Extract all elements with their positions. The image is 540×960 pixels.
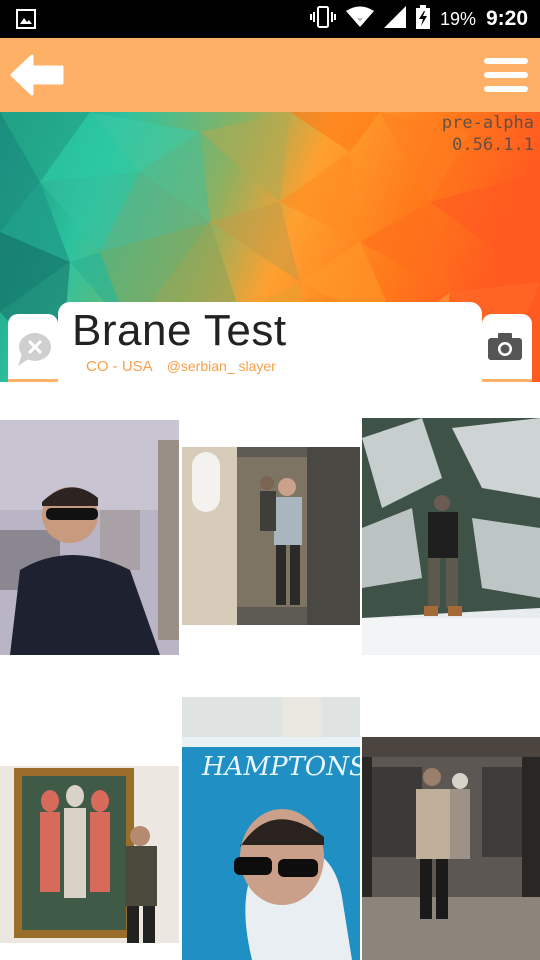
wifi-icon [345,6,374,32]
app-version-label: pre-alpha 0.56.1.1 [442,112,534,156]
photo-tile[interactable] [362,737,540,960]
photo-tile[interactable] [182,447,360,625]
clock: 9:20 [485,7,528,30]
battery-charging-icon [415,5,430,33]
image-icon [16,9,36,29]
photo-tile[interactable] [362,418,540,655]
photo-tile[interactable]: HAMPTONS [182,697,360,960]
chat-button[interactable] [8,314,58,382]
button-underline [482,379,532,382]
version-stage: pre-alpha [441,113,534,133]
svg-text:HAMPTONS: HAMPTONS [201,752,360,782]
hamburger-menu-icon [484,58,528,92]
app-bar [0,38,540,112]
profile-location: CO - USA [86,358,153,375]
photo-tile[interactable] [0,766,179,943]
camera-button[interactable] [482,314,532,382]
photo-tile[interactable] [0,420,179,655]
vibrate-icon [309,6,336,32]
signal-icon [383,6,406,32]
camera-icon [488,333,522,360]
back-button[interactable] [10,54,66,96]
version-number: 0.56.1.1 [452,135,534,155]
menu-button[interactable] [482,56,530,94]
arrow-left-icon [10,54,64,96]
battery-percent: 19% [439,8,476,29]
profile-card: Brane Test CO - USA @serbian_ slayer [58,302,482,382]
status-bar: 19% 9:20 [0,0,540,38]
chat-close-icon [18,333,51,366]
button-underline [8,379,58,382]
profile-handle[interactable]: @serbian_ slayer [167,358,276,375]
profile-name: Brane Test [72,306,287,355]
